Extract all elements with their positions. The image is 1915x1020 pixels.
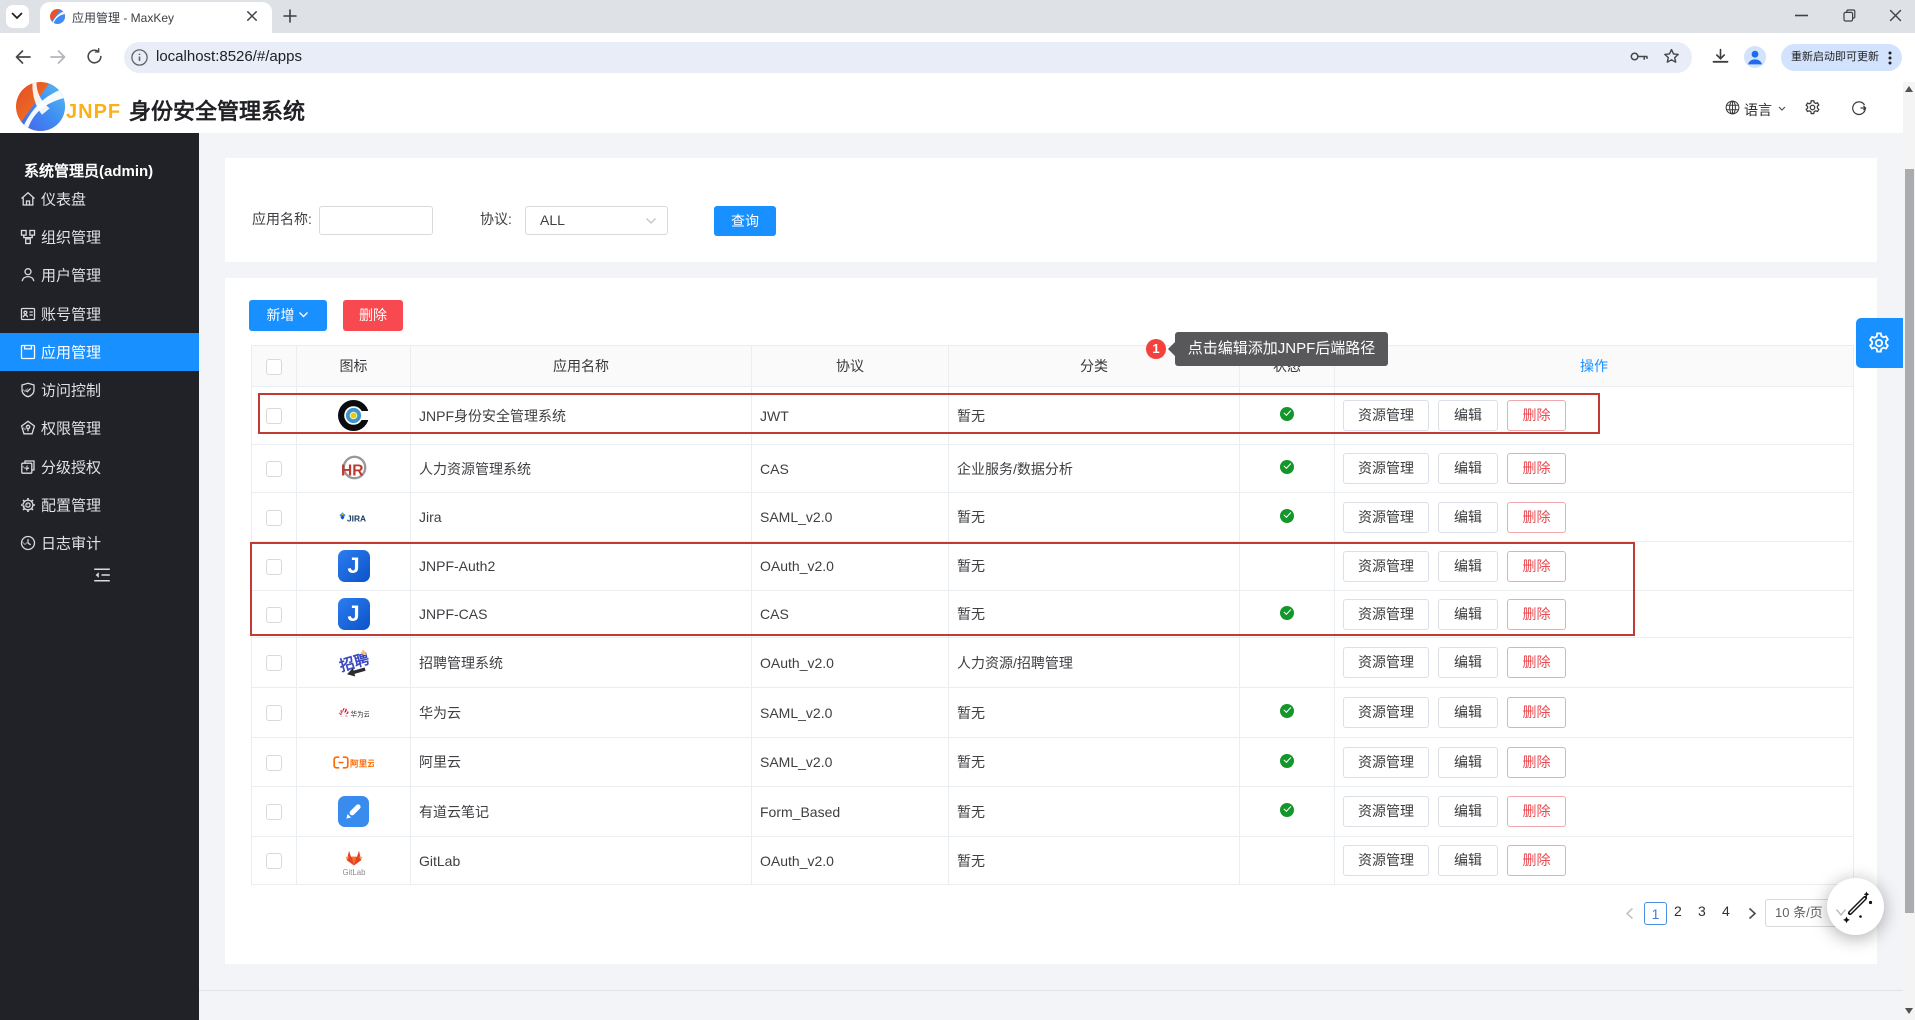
svg-text:华为云: 华为云: [351, 710, 370, 719]
svg-text:HR: HR: [341, 463, 363, 480]
svg-text:阿里云: 阿里云: [350, 758, 374, 768]
svg-text:GitLab: GitLab: [342, 868, 366, 876]
svg-text:JIRA: JIRA: [347, 514, 366, 524]
